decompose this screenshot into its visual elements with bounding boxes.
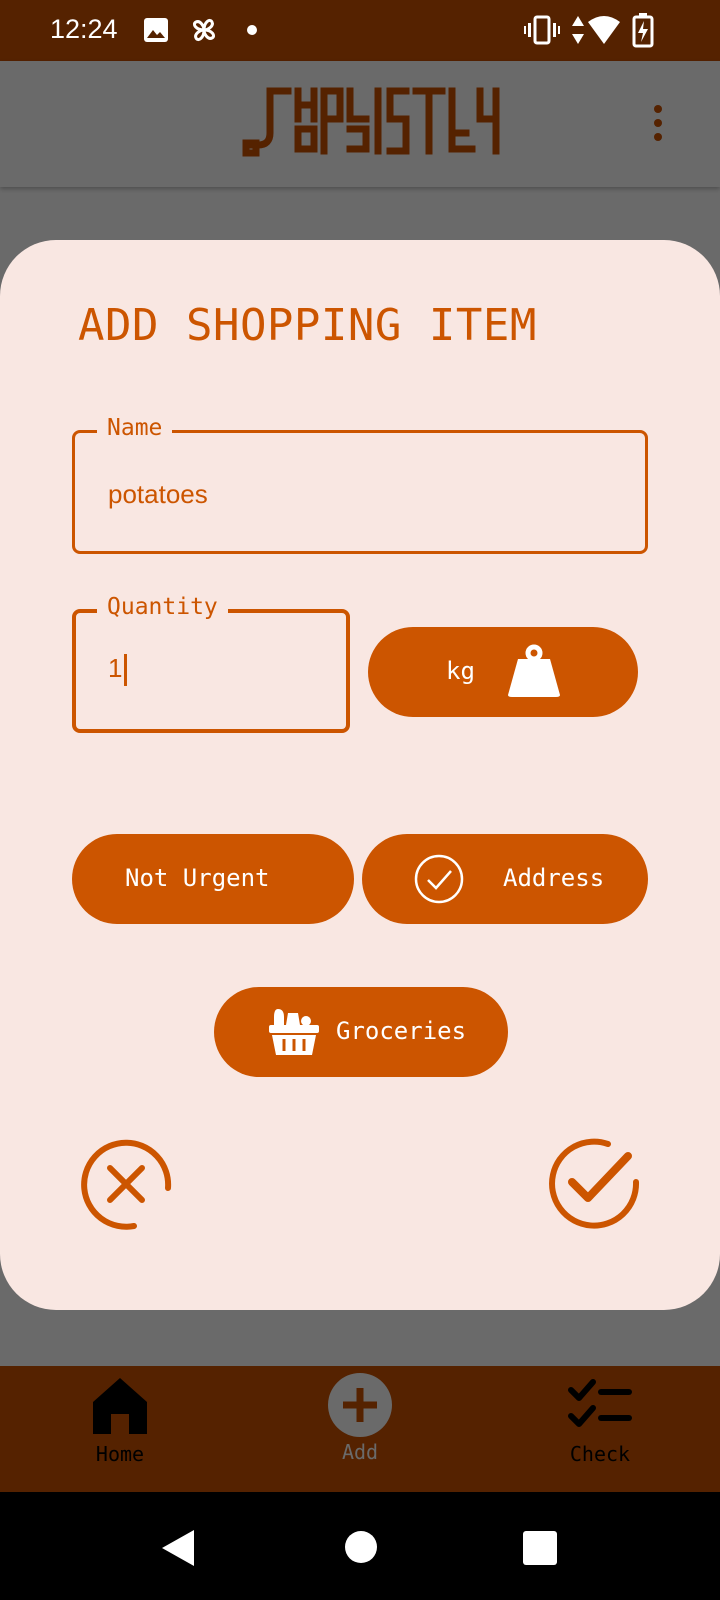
home-circle-icon[interactable] xyxy=(344,1530,378,1564)
bottom-nav: Home Add Check xyxy=(0,1366,720,1492)
nav-item-home[interactable]: Home xyxy=(60,1376,180,1466)
system-nav-bar xyxy=(0,1492,720,1600)
quantity-field-label: Quantity xyxy=(97,594,228,620)
app-logo xyxy=(242,87,500,157)
battery-charging-icon xyxy=(632,13,654,48)
check-circle-icon xyxy=(414,854,464,904)
text-cursor xyxy=(124,654,128,687)
weight-icon xyxy=(508,644,560,697)
nav-label-check: Check xyxy=(569,1442,631,1466)
status-time: 12:24 xyxy=(50,14,118,44)
more-vert-icon[interactable] xyxy=(648,105,668,145)
app-bar xyxy=(0,61,720,187)
status-bar: 12:24 xyxy=(0,0,720,61)
nav-item-add[interactable]: Add xyxy=(300,1373,420,1464)
pinwheel-icon xyxy=(192,18,216,42)
recents-icon[interactable] xyxy=(522,1530,558,1566)
checklist-icon xyxy=(568,1379,632,1427)
unit-button-label: kg xyxy=(446,657,475,685)
urgency-button[interactable]: Not Urgent xyxy=(72,834,354,924)
dialog-title: ADD SHOPPING ITEM xyxy=(78,300,537,351)
grocery-basket-icon xyxy=(269,1009,319,1055)
dot-icon xyxy=(247,25,257,35)
image-icon xyxy=(144,18,168,42)
home-icon xyxy=(93,1378,147,1434)
name-field-label: Name xyxy=(97,415,173,441)
nav-label-home: Home xyxy=(95,1442,145,1466)
vibrate-icon xyxy=(524,15,560,45)
name-field-value[interactable]: potatoes xyxy=(108,479,208,510)
data-arrows-icon xyxy=(572,16,584,44)
unit-button[interactable]: kg xyxy=(368,627,638,717)
nav-item-check[interactable]: Check xyxy=(540,1376,660,1466)
address-button[interactable]: Address xyxy=(362,834,648,924)
nav-label-add: Add xyxy=(341,1440,379,1464)
quantity-field-value[interactable]: 1 xyxy=(108,653,128,687)
wifi-icon xyxy=(588,16,620,44)
urgency-button-label: Not Urgent xyxy=(125,864,270,892)
address-button-label: Address xyxy=(503,864,605,892)
name-field[interactable]: Name potatoes xyxy=(72,415,648,554)
cancel-circle-icon[interactable] xyxy=(78,1136,174,1232)
category-button-label: Groceries xyxy=(336,1017,467,1045)
category-button[interactable]: Groceries xyxy=(214,987,508,1077)
confirm-check-icon[interactable] xyxy=(546,1136,642,1232)
quantity-field[interactable]: Quantity 1 xyxy=(72,594,350,733)
add-item-dialog: ADD SHOPPING ITEM Name potatoes Quantity… xyxy=(0,240,720,1310)
add-circle-icon xyxy=(328,1373,392,1437)
back-icon[interactable] xyxy=(160,1528,196,1568)
